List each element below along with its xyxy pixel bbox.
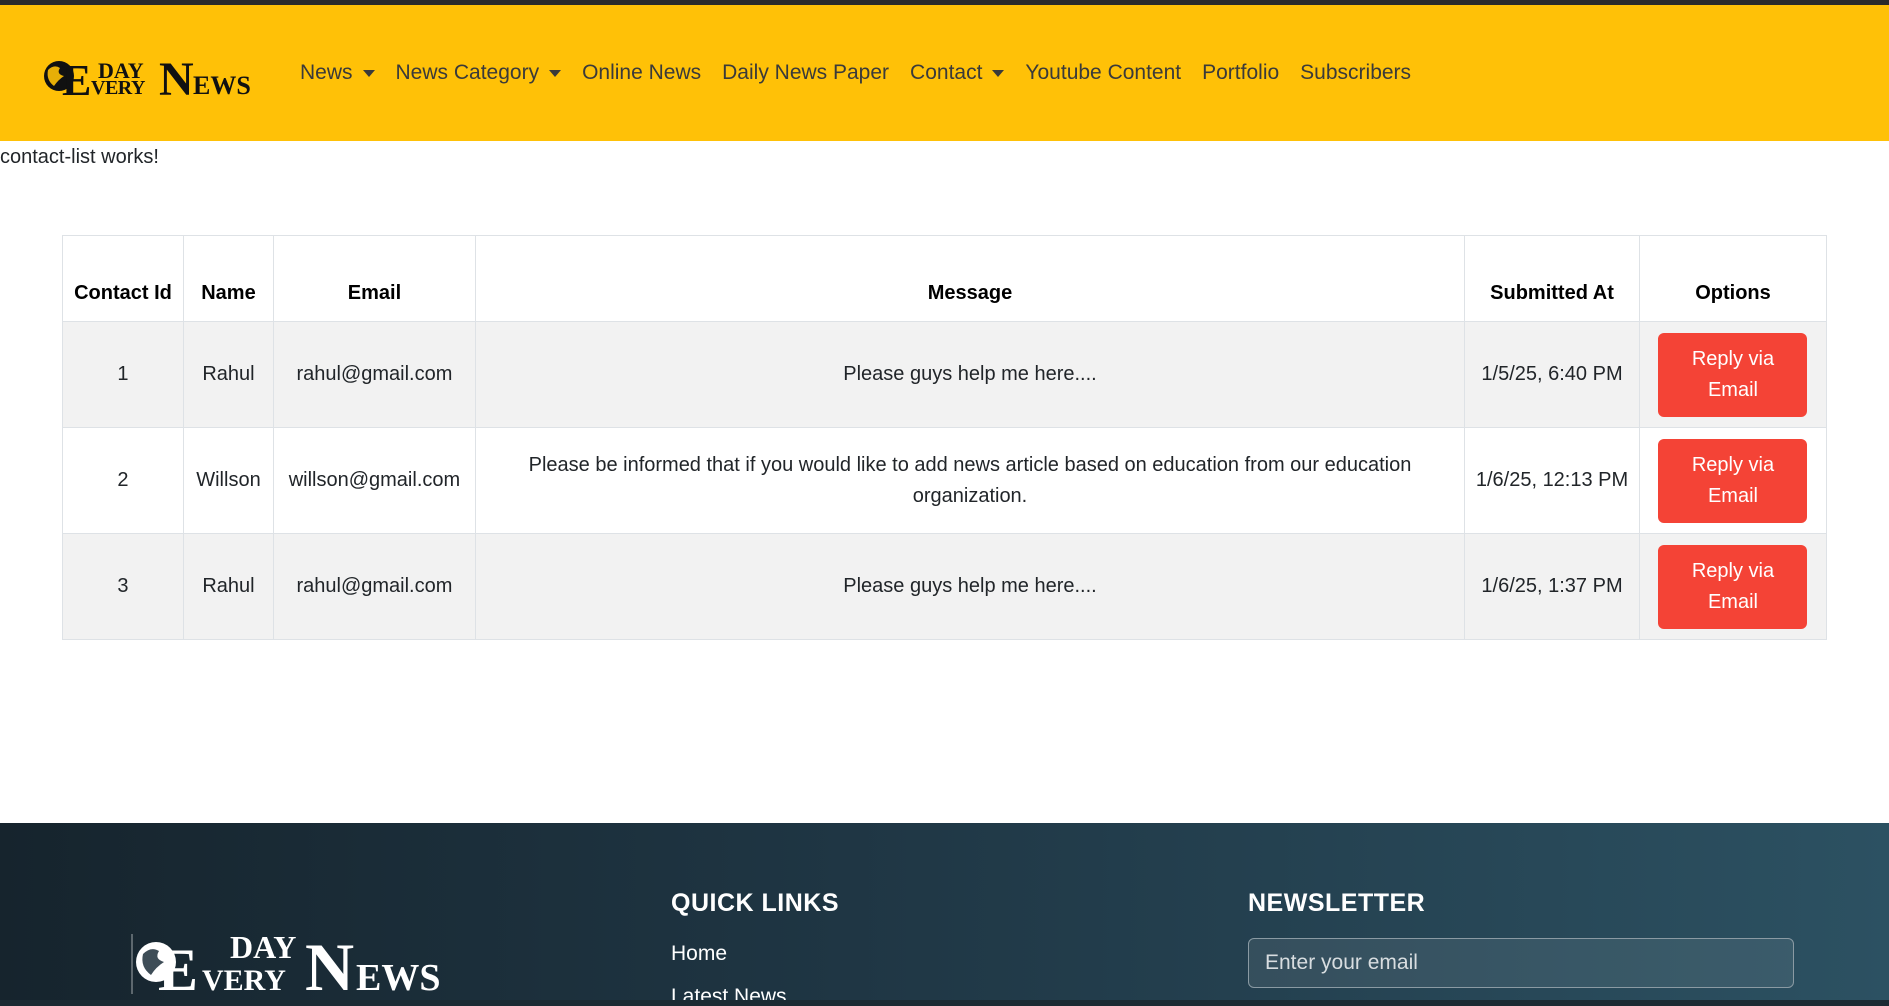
cell-message: Please guys help me here.... xyxy=(474,533,1466,640)
navbar: E DAY VERY N EWS News News Category Onli… xyxy=(0,5,1889,141)
cell-options: Reply via Email xyxy=(1638,321,1828,428)
column-header-email: Email xyxy=(272,235,476,322)
svg-text:EWS: EWS xyxy=(193,71,251,100)
svg-text:E: E xyxy=(62,56,91,102)
table-row: 3 Rahul rahul@gmail.com Please guys help… xyxy=(62,533,1828,640)
nav-item-daily-news-paper[interactable]: Daily News Paper xyxy=(722,61,889,85)
cell-submitted-at: 1/5/25, 6:40 PM xyxy=(1464,321,1640,428)
nav-item-contact[interactable]: Contact xyxy=(910,61,1005,85)
cell-submitted-at: 1/6/25, 12:13 PM xyxy=(1464,427,1640,534)
newsletter-email-input[interactable] xyxy=(1248,938,1794,988)
cell-email: willson@gmail.com xyxy=(272,427,476,534)
main-nav: News News Category Online News Daily New… xyxy=(300,5,1432,141)
nav-item-subscribers[interactable]: Subscribers xyxy=(1300,61,1411,85)
column-header-contact-id: Contact Id xyxy=(62,235,184,322)
cell-options: Reply via Email xyxy=(1638,427,1828,534)
cell-contact-id: 2 xyxy=(62,427,184,534)
cell-name: Willson xyxy=(182,427,274,534)
cell-email: rahul@gmail.com xyxy=(272,533,476,640)
nav-label: Youtube Content xyxy=(1025,61,1182,84)
nav-label: Daily News Paper xyxy=(722,61,890,84)
chevron-down-icon xyxy=(549,69,562,77)
footer-link-home[interactable]: Home xyxy=(671,942,727,966)
svg-text:EWS: EWS xyxy=(356,957,440,998)
nav-item-news[interactable]: News xyxy=(300,61,375,85)
cell-submitted-at: 1/6/25, 1:37 PM xyxy=(1464,533,1640,640)
column-header-message: Message xyxy=(474,235,1466,322)
cell-email: rahul@gmail.com xyxy=(272,321,476,428)
reply-via-email-button[interactable]: Reply via Email xyxy=(1658,544,1808,629)
nav-label: Online News xyxy=(582,61,702,84)
table-row: 1 Rahul rahul@gmail.com Please guys help… xyxy=(62,321,1828,428)
svg-text:N: N xyxy=(159,53,194,102)
cell-name: Rahul xyxy=(182,533,274,640)
chevron-down-icon xyxy=(362,69,375,77)
chevron-down-icon xyxy=(992,69,1005,77)
cell-options: Reply via Email xyxy=(1638,533,1828,640)
cell-contact-id: 3 xyxy=(62,533,184,640)
svg-text:E: E xyxy=(158,937,198,998)
nav-item-news-category[interactable]: News Category xyxy=(396,61,562,85)
footer-brand-logo[interactable]: E DAY VERY N EWS xyxy=(130,928,450,998)
nav-label: Contact xyxy=(910,61,983,84)
column-header-name: Name xyxy=(182,235,274,322)
nav-item-online-news[interactable]: Online News xyxy=(582,61,701,85)
window-bottom-bar xyxy=(0,1000,1889,1006)
svg-text:VERY: VERY xyxy=(202,964,286,997)
component-status-text: contact-list works! xyxy=(0,146,159,168)
reply-via-email-button[interactable]: Reply via Email xyxy=(1658,332,1808,417)
nav-label: News Category xyxy=(395,61,540,84)
column-header-options: Options xyxy=(1638,235,1828,322)
brand-logo[interactable]: E DAY VERY N EWS xyxy=(42,50,257,102)
column-header-submitted-at: Submitted At xyxy=(1464,235,1640,322)
footer: E DAY VERY N EWS QUICK LINKS Home Latest… xyxy=(0,823,1889,1006)
contact-table: Contact Id Name Email Message Submitted … xyxy=(62,235,1828,640)
nav-item-portfolio[interactable]: Portfolio xyxy=(1202,61,1279,85)
nav-label: News xyxy=(300,61,353,84)
svg-text:VERY: VERY xyxy=(91,77,146,99)
nav-label: Portfolio xyxy=(1202,61,1280,84)
contact-table-container: Contact Id Name Email Message Submitted … xyxy=(62,235,1828,640)
cell-message: Please be informed that if you would lik… xyxy=(474,427,1466,534)
nav-label: Subscribers xyxy=(1300,61,1412,84)
newsletter-heading: NEWSLETTER xyxy=(1248,889,1426,917)
table-header-row: Contact Id Name Email Message Submitted … xyxy=(62,235,1828,322)
cell-message: Please guys help me here.... xyxy=(474,321,1466,428)
svg-text:DAY: DAY xyxy=(230,929,296,965)
svg-text:N: N xyxy=(305,929,354,998)
cell-contact-id: 1 xyxy=(62,321,184,428)
table-row: 2 Willson willson@gmail.com Please be in… xyxy=(62,427,1828,534)
reply-via-email-button[interactable]: Reply via Email xyxy=(1658,438,1808,523)
cell-name: Rahul xyxy=(182,321,274,428)
nav-item-youtube-content[interactable]: Youtube Content xyxy=(1025,61,1181,85)
quick-links-heading: QUICK LINKS xyxy=(671,889,839,917)
